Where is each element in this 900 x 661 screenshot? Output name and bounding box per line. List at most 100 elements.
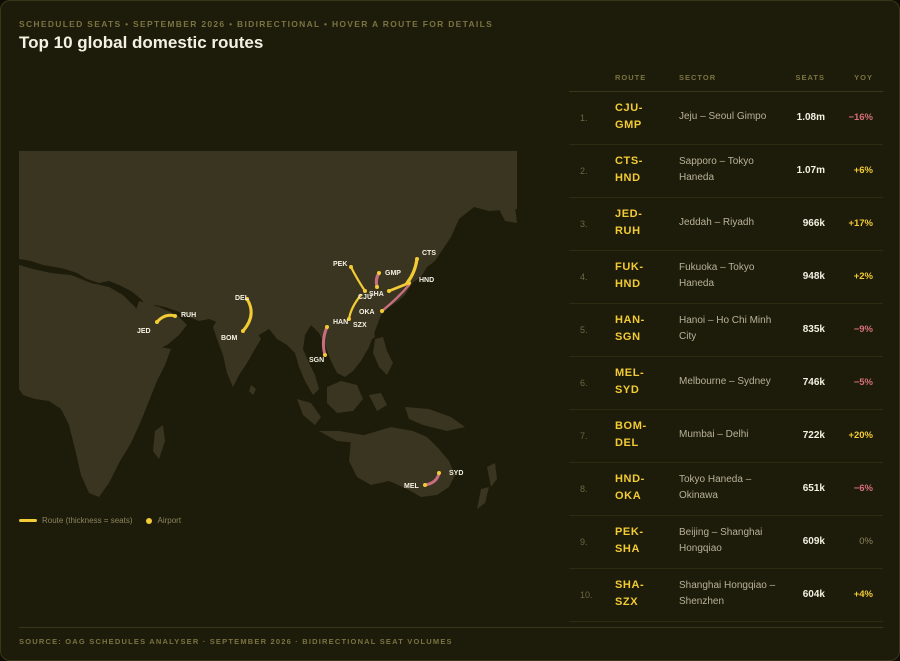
route-yoy: +17% [848, 218, 873, 229]
route-sector: Jeddah – Riyadh [679, 217, 755, 228]
route-sector: Hanoi – Ho Chi Minh City [679, 315, 772, 342]
dashboard-card: SCHEDULED SEATS • SEPTEMBER 2026 • BIDIR… [0, 0, 900, 661]
label-bom: BOM [221, 335, 238, 342]
label-pek: PEK [333, 261, 347, 268]
airport-mel [423, 483, 427, 487]
table-row[interactable]: 1. CJU-GMP Jeju – Seoul Gimpo 1.08m −16% [569, 92, 883, 145]
route-yoy: +4% [853, 589, 873, 600]
airport-han [325, 325, 329, 329]
route-code[interactable]: MEL-SYD [615, 365, 659, 399]
route-code[interactable]: CJU-GMP [615, 100, 659, 134]
row-index: 3. [580, 219, 588, 229]
airport-hnd [407, 281, 411, 285]
route-code[interactable]: CTS-HND [615, 153, 659, 187]
label-gmp: GMP [385, 270, 401, 277]
route-code[interactable]: SHA-SZX [615, 577, 659, 611]
table-row[interactable]: 6. MEL-SYD Melbourne – Sydney 746k −5% [569, 357, 883, 410]
table-row[interactable]: 3. JED-RUH Jeddah – Riyadh 966k +17% [569, 198, 883, 251]
route-sector: Shanghai Hongqiao – Shenzhen [679, 580, 776, 607]
route-yoy: −9% [853, 324, 873, 335]
airport-jed [155, 320, 159, 324]
airport-oka [380, 309, 384, 313]
airport-gmp [377, 271, 381, 275]
label-ruh: RUH [181, 312, 196, 319]
footer-divider [19, 627, 883, 628]
map-legend: Route (thickness = seats) Airport [19, 516, 181, 525]
row-index: 6. [580, 378, 588, 388]
route-sector: Fukuoka – Tokyo Haneda [679, 262, 755, 289]
route-code[interactable]: HAN-SGN [615, 312, 659, 346]
row-index: 2. [580, 166, 588, 176]
table-row[interactable]: 10. SHA-SZX Shanghai Hongqiao – Shenzhen 60… [569, 569, 883, 622]
route-code[interactable]: PEK-SHA [615, 524, 659, 558]
route-yoy: +2% [853, 271, 873, 282]
row-index: 1. [580, 113, 588, 123]
col-route: ROUTE [615, 73, 647, 82]
label-del: DEL [235, 295, 250, 302]
table-row[interactable]: 4. FUK-HND Fukuoka – Tokyo Haneda 948k +2% [569, 251, 883, 304]
row-index: 5. [580, 325, 588, 335]
route-sector: Mumbai – Delhi [679, 429, 749, 440]
label-syd: SYD [449, 470, 463, 477]
route-code[interactable]: JED-RUH [615, 206, 659, 240]
page-title: Top 10 global domestic routes [19, 33, 264, 52]
row-index: 7. [580, 431, 588, 441]
route-seats: 835k [802, 324, 825, 335]
legend-route-label: Route (thickness = seats) [42, 516, 133, 525]
route-code[interactable]: BOM-DEL [615, 418, 659, 452]
route-yoy: +6% [853, 165, 873, 176]
source-note: SOURCE: OAG SCHEDULES ANALYSER · SEPTEMB… [19, 637, 453, 646]
label-hnd: HND [419, 277, 434, 284]
label-jed: JED [137, 328, 151, 335]
route-seats: 746k [802, 377, 825, 388]
label-szx: SZX [353, 322, 367, 329]
table-row[interactable]: 7. BOM-DEL Mumbai – Delhi 722k +20% [569, 410, 883, 463]
legend-route-swatch [19, 519, 37, 522]
route-seats: 651k [802, 483, 825, 494]
route-yoy: −16% [848, 112, 873, 123]
airport-cts [415, 257, 419, 261]
route-seats: 948k [802, 271, 825, 282]
label-cts: CTS [422, 250, 436, 257]
table-row[interactable]: 2. CTS-HND Sapporo – Tokyo Haneda 1.07m +6% [569, 145, 883, 198]
routes-table: ROUTE SECTOR SEATS YOY 1. CJU-GMP Jeju – S… [569, 71, 883, 622]
route-yoy: +20% [848, 430, 873, 441]
label-sgn: SGN [309, 357, 324, 364]
route-sector: Jeju – Seoul Gimpo [679, 111, 767, 122]
table-body: 1. CJU-GMP Jeju – Seoul Gimpo 1.08m −16% 2. CT… [569, 92, 883, 622]
route-sector: Melbourne – Sydney [679, 376, 771, 387]
route-seats: 604k [802, 589, 825, 600]
label-sha: SHA [369, 291, 384, 298]
route-seats: 966k [802, 218, 825, 229]
route-seats: 1.08m [796, 112, 825, 123]
route-code[interactable]: FUK-HND [615, 259, 659, 293]
airport-fuk [387, 289, 391, 293]
route-code[interactable]: HND-OKA [615, 471, 659, 505]
route-seats: 722k [802, 430, 825, 441]
legend-airport-swatch [146, 517, 153, 524]
airport-bom [241, 329, 245, 333]
col-seats: SEATS [795, 73, 825, 82]
route-sector: Sapporo – Tokyo Haneda [679, 156, 754, 183]
label-oka: OKA [359, 309, 375, 316]
table-row[interactable]: 9. PEK-SHA Beijing – Shanghai Hongqiao 609k… [569, 516, 883, 569]
table-row[interactable]: 5. HAN-SGN Hanoi – Ho Chi Minh City 835k −9% [569, 304, 883, 357]
row-index: 9. [580, 537, 588, 547]
row-index: 10. [580, 590, 593, 600]
airport-pek [349, 265, 353, 269]
route-seats: 1.07m [796, 165, 825, 176]
legend-airport-label: Airport [157, 516, 182, 525]
airport-cju [375, 285, 379, 289]
route-yoy: −5% [853, 377, 873, 388]
route-yoy: 0% [859, 536, 873, 547]
table-header: ROUTE SECTOR SEATS YOY [569, 71, 883, 92]
label-han: HAN [333, 319, 348, 326]
route-sector: Beijing – Shanghai Hongqiao [679, 527, 763, 554]
route-yoy: −6% [853, 483, 873, 494]
label-mel: MEL [404, 483, 420, 490]
airport-ruh [173, 314, 177, 318]
col-yoy: YOY [854, 73, 873, 82]
route-sector: Tokyo Haneda – Okinawa [679, 474, 752, 501]
table-row[interactable]: 8. HND-OKA Tokyo Haneda – Okinawa 651k −6% [569, 463, 883, 516]
airport-syd [437, 471, 441, 475]
